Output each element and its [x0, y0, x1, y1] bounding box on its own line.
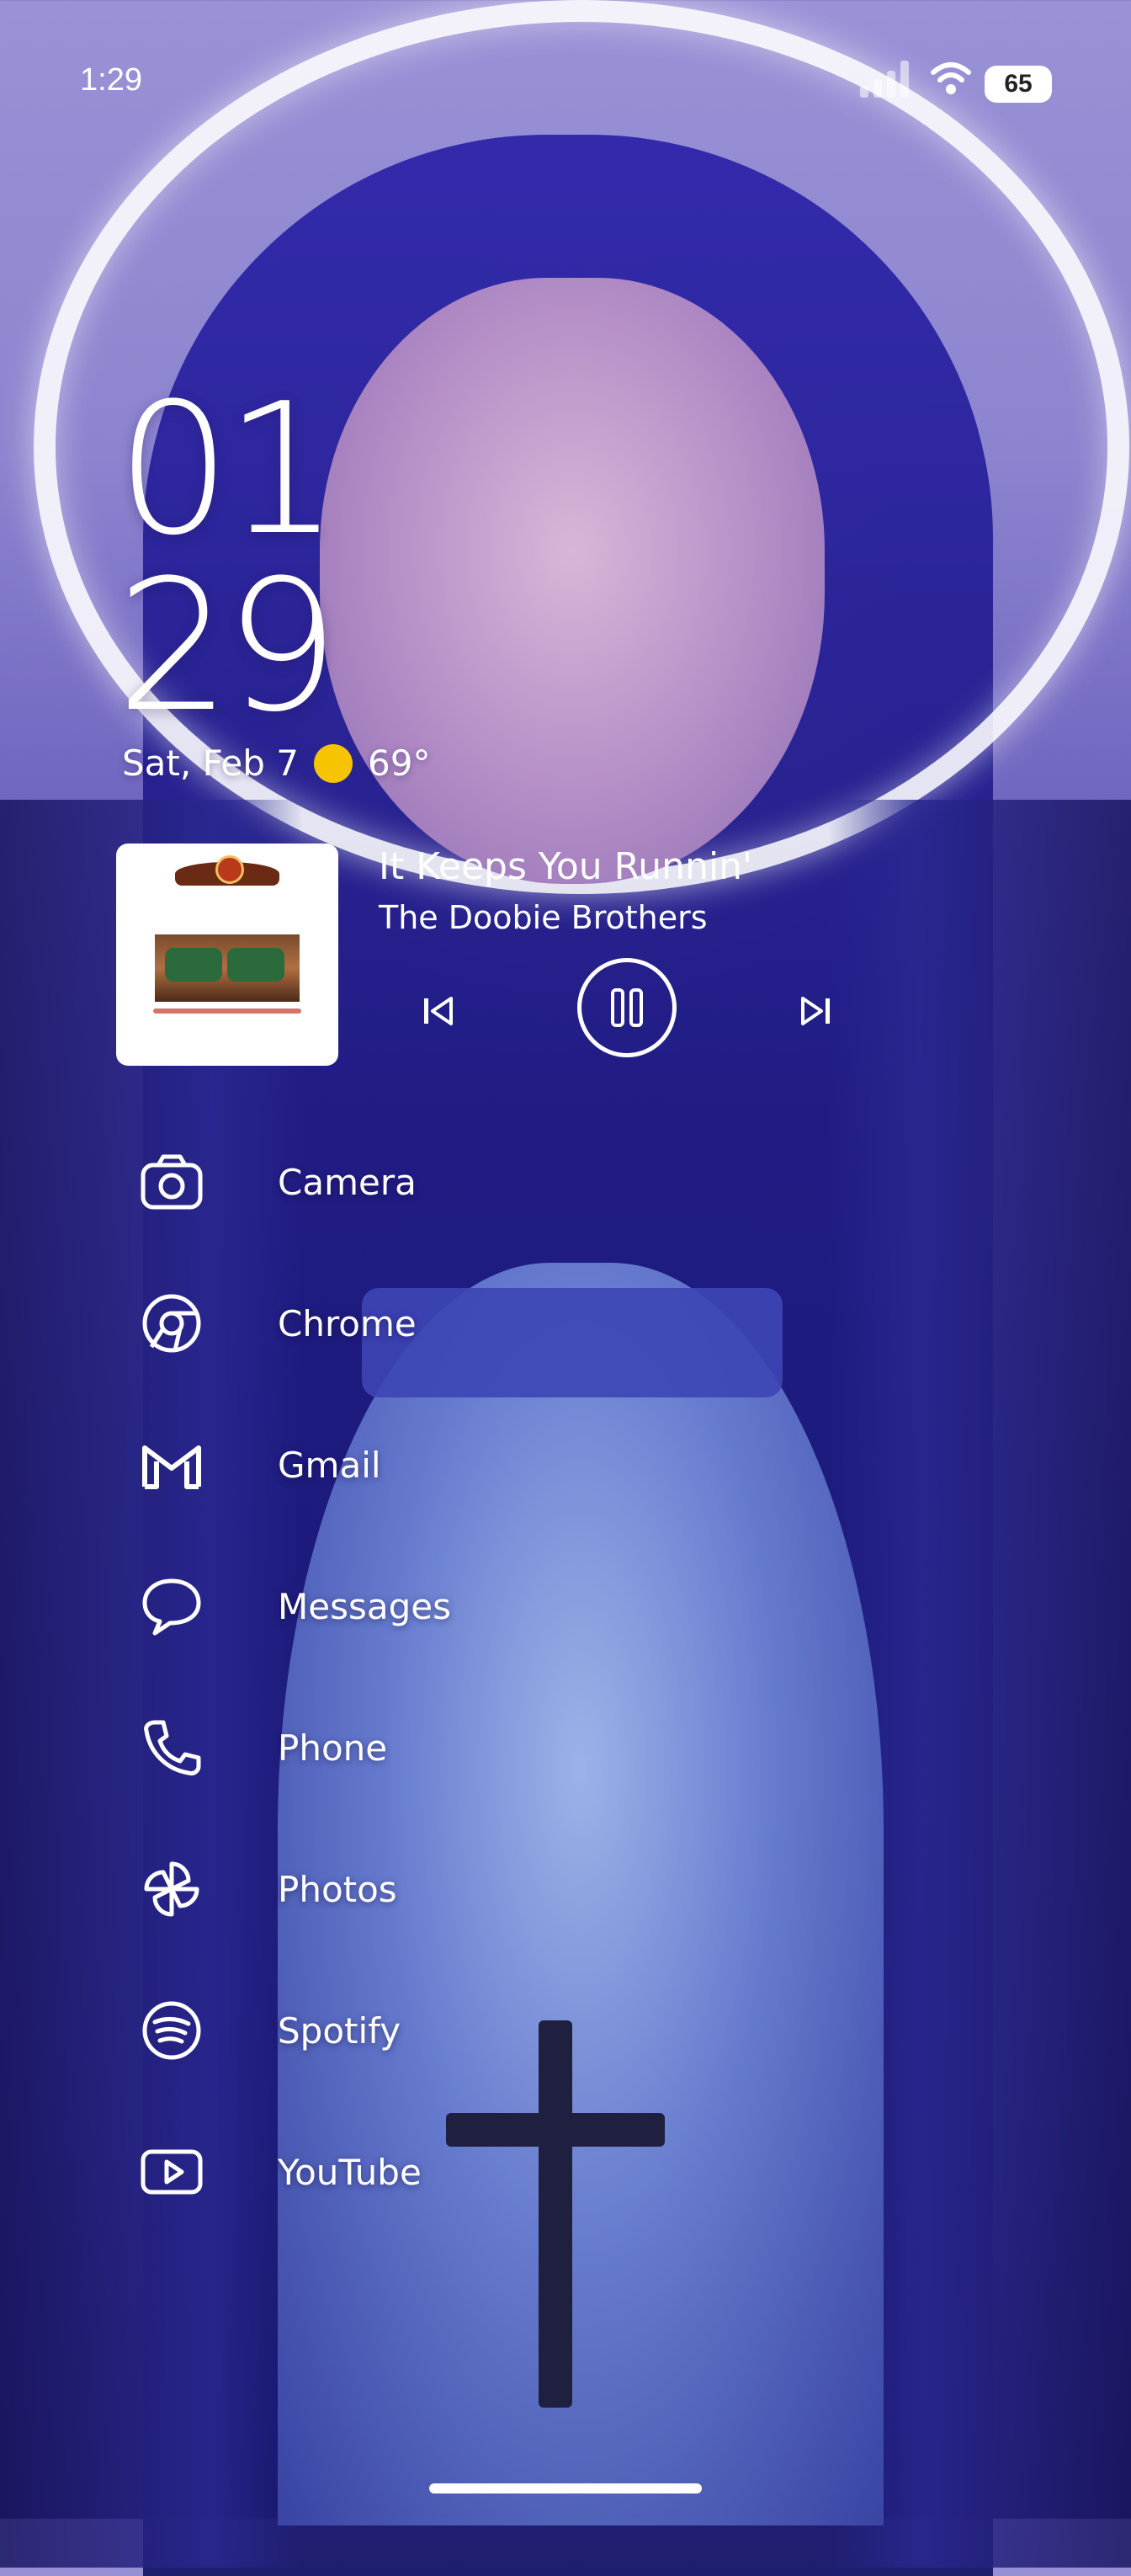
app-label: Chrome [278, 1302, 417, 1344]
album-sunglass-left [165, 948, 222, 982]
app-label: Gmail [278, 1444, 381, 1486]
home-gesture-bar[interactable] [429, 2483, 702, 2494]
signal-icon [860, 61, 909, 98]
wifi-icon [931, 62, 971, 94]
phone-icon [144, 1720, 201, 1775]
album-logo-emblem [215, 855, 244, 884]
app-label: Camera [278, 1161, 417, 1203]
app-label: Photos [278, 1868, 397, 1910]
media-player: It Keeps You Runnin' The Doobie Brothers [116, 844, 924, 1067]
photos-icon [144, 1861, 199, 1917]
album-sunglass-right [227, 948, 284, 982]
app-spotify[interactable]: Spotify [135, 1960, 724, 2101]
status-time: 1:29 [80, 62, 142, 98]
date-weather[interactable]: Sat, Feb 7 69° [122, 742, 430, 784]
app-label: Messages [278, 1585, 451, 1627]
date-text: Sat, Feb 7 [122, 742, 299, 784]
next-track-button[interactable] [796, 992, 835, 1030]
wallpaper-face [320, 278, 825, 884]
status-bar: 1:29 65 [0, 0, 1131, 103]
sun-icon [314, 743, 353, 783]
app-phone[interactable]: Phone [135, 1677, 724, 1818]
messages-icon [142, 1578, 201, 1636]
battery-indicator: 65 [985, 66, 1052, 103]
temperature: 69° [368, 742, 431, 784]
spotify-icon [142, 2001, 201, 2060]
app-label: Phone [278, 1727, 388, 1769]
clock-hours: 01 [116, 364, 340, 575]
pause-icon [611, 988, 643, 1027]
app-label: YouTube [278, 2151, 422, 2193]
song-artist: The Doobie Brothers [379, 899, 708, 936]
app-photos[interactable]: Photos [135, 1818, 724, 1960]
pause-button[interactable] [577, 958, 677, 1057]
app-youtube[interactable]: YouTube [135, 2101, 724, 2243]
youtube-icon [141, 2149, 203, 2195]
app-camera[interactable]: Camera [135, 1111, 724, 1253]
gmail-icon [142, 1445, 201, 1489]
app-label: Spotify [278, 2009, 401, 2052]
album-scrawl [153, 1009, 301, 1014]
app-chrome[interactable]: Chrome [135, 1253, 724, 1394]
camera-icon [141, 1154, 203, 1210]
album-art[interactable] [116, 844, 338, 1066]
previous-track-button[interactable] [419, 992, 458, 1030]
song-title: It Keeps You Runnin' [379, 845, 753, 888]
chrome-icon [142, 1294, 201, 1353]
app-list: Camera Chrome Gmail Messages Phone Photo… [135, 1111, 724, 2243]
clock-minutes: 29 [116, 540, 340, 752]
app-messages[interactable]: Messages [135, 1535, 724, 1677]
app-gmail[interactable]: Gmail [135, 1394, 724, 1535]
